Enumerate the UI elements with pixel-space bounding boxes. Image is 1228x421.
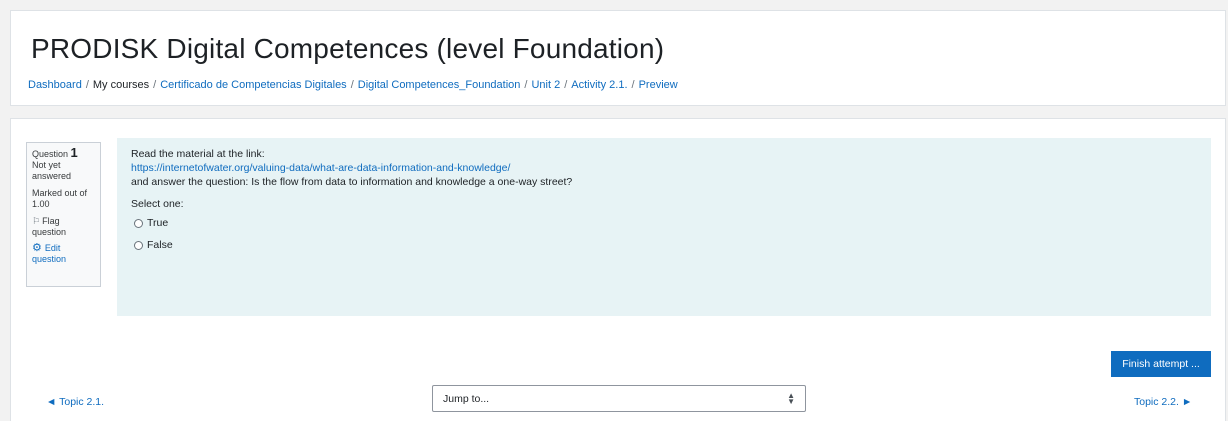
- answer-label-true[interactable]: True: [147, 216, 168, 230]
- breadcrumb-separator: /: [524, 79, 528, 91]
- flag-icon: ⚐: [32, 216, 41, 226]
- radio-true[interactable]: [134, 218, 143, 228]
- breadcrumb-separator: /: [564, 79, 568, 91]
- answer-label-false[interactable]: False: [147, 238, 173, 252]
- breadcrumb-my-courses: My courses: [92, 79, 150, 91]
- jump-to-label: Jump to...: [443, 392, 490, 405]
- question-intro: Read the material at the link:: [131, 148, 265, 160]
- gear-icon: ⚙: [32, 242, 42, 254]
- breadcrumb: Dashboard / My courses / Certificado de Comp…: [28, 79, 678, 91]
- breadcrumb-certificado[interactable]: Certificado de Competencias Digitales: [160, 79, 346, 91]
- question-number: Question 1: [32, 145, 95, 160]
- breadcrumb-separator: /: [153, 79, 157, 91]
- answer-option-false[interactable]: False: [131, 238, 1197, 252]
- finish-attempt-button[interactable]: Finish attempt ...: [1111, 351, 1211, 377]
- select-arrows-icon: ▲ ▼: [787, 390, 795, 406]
- edit-question-link[interactable]: ⚙ Edit question: [32, 243, 95, 265]
- breadcrumb-course[interactable]: Digital Competences_Foundation: [358, 79, 521, 91]
- flag-question-link[interactable]: ⚐ Flag question: [32, 216, 95, 238]
- question-state: Not yet answered: [32, 160, 72, 181]
- page-header: PRODISK Digital Competences (level Found…: [10, 10, 1226, 106]
- question-text: and answer the question: Is the flow fro…: [131, 176, 573, 188]
- question-grade: Marked out of 1.00: [32, 188, 88, 209]
- breadcrumb-separator: /: [85, 79, 89, 91]
- previous-activity-link[interactable]: ◄ Topic 2.1.: [46, 396, 104, 408]
- question-info-panel: Question 1 Not yet answered Marked out o…: [26, 142, 101, 287]
- question-number-value: 1: [70, 145, 78, 160]
- answer-prompt: Select one:: [131, 198, 184, 210]
- next-activity-link[interactable]: Topic 2.2. ►: [1134, 396, 1192, 408]
- answer-option-true[interactable]: True: [131, 216, 1197, 230]
- quiz-attempt-region: Question 1 Not yet answered Marked out o…: [10, 118, 1226, 421]
- breadcrumb-unit[interactable]: Unit 2: [531, 79, 560, 91]
- breadcrumb-separator: /: [631, 79, 635, 91]
- question-content: Read the material at the link: https://i…: [117, 138, 1211, 316]
- breadcrumb-separator: /: [350, 79, 354, 91]
- breadcrumb-preview[interactable]: Preview: [639, 79, 678, 91]
- radio-false[interactable]: [134, 240, 143, 250]
- page-title: PRODISK Digital Competences (level Found…: [31, 33, 665, 64]
- question-label: Question: [32, 149, 69, 159]
- breadcrumb-dashboard[interactable]: Dashboard: [28, 79, 82, 91]
- breadcrumb-activity[interactable]: Activity 2.1.: [571, 79, 627, 91]
- jump-to-select[interactable]: Jump to... ▲ ▼: [432, 385, 806, 412]
- material-link[interactable]: https://internetofwater.org/valuing-data…: [131, 161, 1197, 175]
